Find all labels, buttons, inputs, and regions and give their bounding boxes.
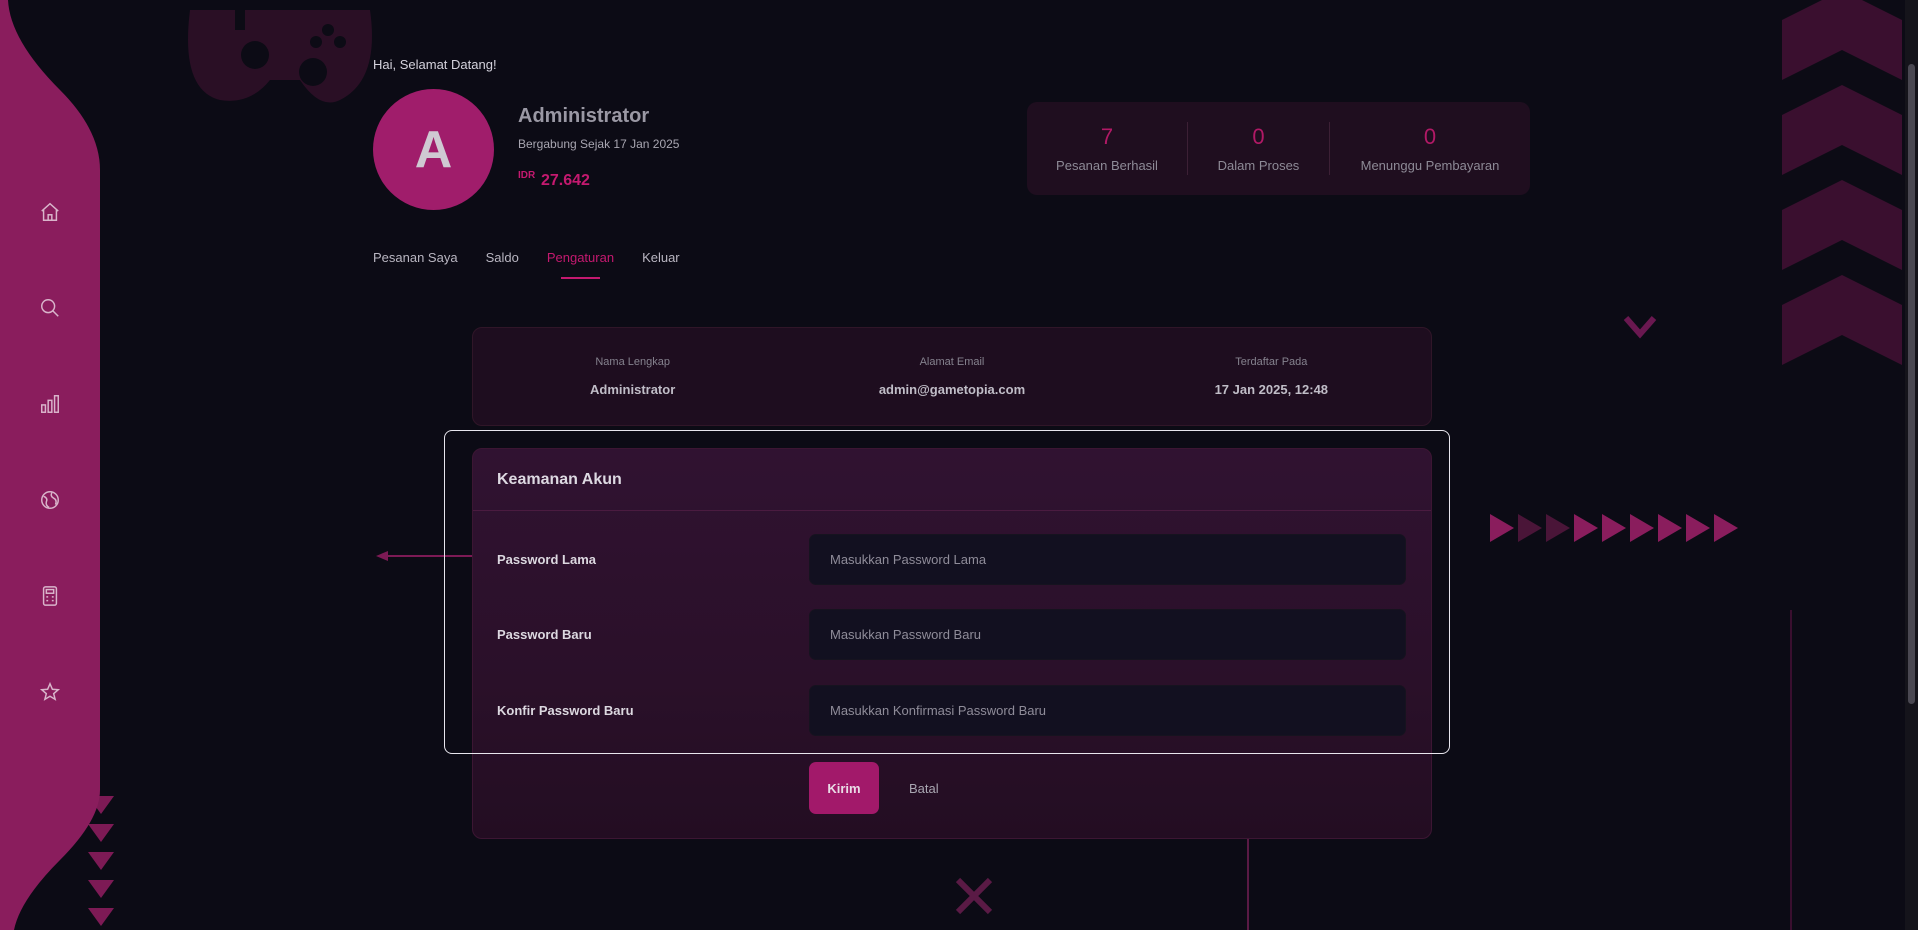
balance-value: 27.642 bbox=[541, 172, 590, 189]
old-password-label: Password Lama bbox=[497, 552, 596, 567]
avatar: A bbox=[373, 89, 494, 210]
security-title: Keamanan Akun bbox=[473, 449, 1431, 511]
stat-label: Dalam Proses bbox=[1217, 158, 1300, 173]
heart-decoration bbox=[1623, 316, 1657, 339]
info-label: Alamat Email bbox=[919, 356, 985, 368]
info-email: Alamat Email admin@gametopia.com bbox=[802, 356, 1102, 397]
join-date: Bergabung Sejak 17 Jan 2025 bbox=[518, 137, 680, 151]
home-icon[interactable] bbox=[36, 198, 64, 226]
chevron-pattern-decoration bbox=[1782, 0, 1902, 365]
account-security-card: Keamanan Akun Password Lama Password Bar… bbox=[472, 448, 1432, 839]
confirm-password-row: Konfir Password Baru bbox=[497, 685, 1407, 736]
arrow-line-decoration bbox=[376, 551, 476, 561]
form-actions: Kirim Batal bbox=[809, 762, 945, 814]
profile-tabs: Pesanan Saya Saldo Pengaturan Keluar bbox=[373, 250, 680, 279]
stat-in-process: 0 Dalam Proses bbox=[1188, 102, 1329, 195]
calculator-icon[interactable] bbox=[36, 582, 64, 610]
stat-success: 7 Pesanan Berhasil bbox=[1027, 102, 1187, 195]
tab-settings[interactable]: Pengaturan bbox=[547, 250, 614, 279]
confirm-password-field[interactable] bbox=[809, 685, 1406, 736]
sidebar-shape bbox=[0, 0, 100, 930]
balance-currency: IDR bbox=[518, 170, 536, 181]
tab-my-orders[interactable]: Pesanan Saya bbox=[373, 250, 458, 275]
new-password-row: Password Baru bbox=[497, 609, 1407, 660]
triangle-row-decoration bbox=[1490, 514, 1738, 542]
info-full-name: Nama Lengkap Administrator bbox=[483, 356, 783, 397]
globe-icon[interactable] bbox=[36, 486, 64, 514]
info-value: 17 Jan 2025, 12:48 bbox=[1214, 382, 1329, 397]
vertical-line-decoration bbox=[1790, 610, 1792, 930]
scrollbar-thumb[interactable] bbox=[1908, 64, 1915, 704]
gamepad-decoration bbox=[188, 0, 372, 103]
star-icon[interactable] bbox=[36, 678, 64, 706]
stat-awaiting-payment: 0 Menunggu Pembayaran bbox=[1330, 102, 1530, 195]
greeting-text: Hai, Selamat Datang! bbox=[373, 57, 497, 72]
old-password-field[interactable] bbox=[809, 534, 1406, 585]
stat-value: 0 bbox=[1423, 124, 1437, 149]
tab-balance[interactable]: Saldo bbox=[486, 250, 519, 275]
sidebar bbox=[0, 0, 110, 930]
stat-value: 0 bbox=[1252, 124, 1265, 149]
stat-label: Menunggu Pembayaran bbox=[1360, 158, 1500, 173]
info-value: admin@gametopia.com bbox=[878, 382, 1026, 397]
info-value: Administrator bbox=[590, 382, 676, 397]
vertical-line-decoration bbox=[1247, 838, 1249, 930]
new-password-label: Password Baru bbox=[497, 627, 592, 642]
stat-label: Pesanan Berhasil bbox=[1056, 158, 1158, 173]
info-label: Terdaftar Pada bbox=[1235, 356, 1308, 368]
stat-value: 7 bbox=[1100, 124, 1114, 149]
cancel-button[interactable]: Batal bbox=[903, 780, 945, 797]
x-decoration bbox=[955, 877, 993, 915]
user-name: Administrator bbox=[518, 105, 650, 127]
bar-chart-icon[interactable] bbox=[36, 390, 64, 418]
old-password-row: Password Lama bbox=[497, 534, 1407, 585]
avatar-initial: A bbox=[414, 120, 453, 179]
search-icon[interactable] bbox=[36, 294, 64, 322]
order-stats-card: 7 Pesanan Berhasil 0 Dalam Proses 0 Menu… bbox=[1027, 102, 1530, 195]
info-registered: Terdaftar Pada 17 Jan 2025, 12:48 bbox=[1121, 356, 1421, 397]
scrollbar[interactable] bbox=[1905, 0, 1918, 930]
confirm-password-label: Konfir Password Baru bbox=[497, 703, 634, 718]
submit-button[interactable]: Kirim bbox=[809, 762, 879, 814]
new-password-field[interactable] bbox=[809, 609, 1406, 660]
info-label: Nama Lengkap bbox=[595, 356, 670, 368]
profile-info-card: Nama Lengkap Administrator Alamat Email … bbox=[472, 327, 1432, 426]
tab-logout[interactable]: Keluar bbox=[642, 250, 680, 275]
